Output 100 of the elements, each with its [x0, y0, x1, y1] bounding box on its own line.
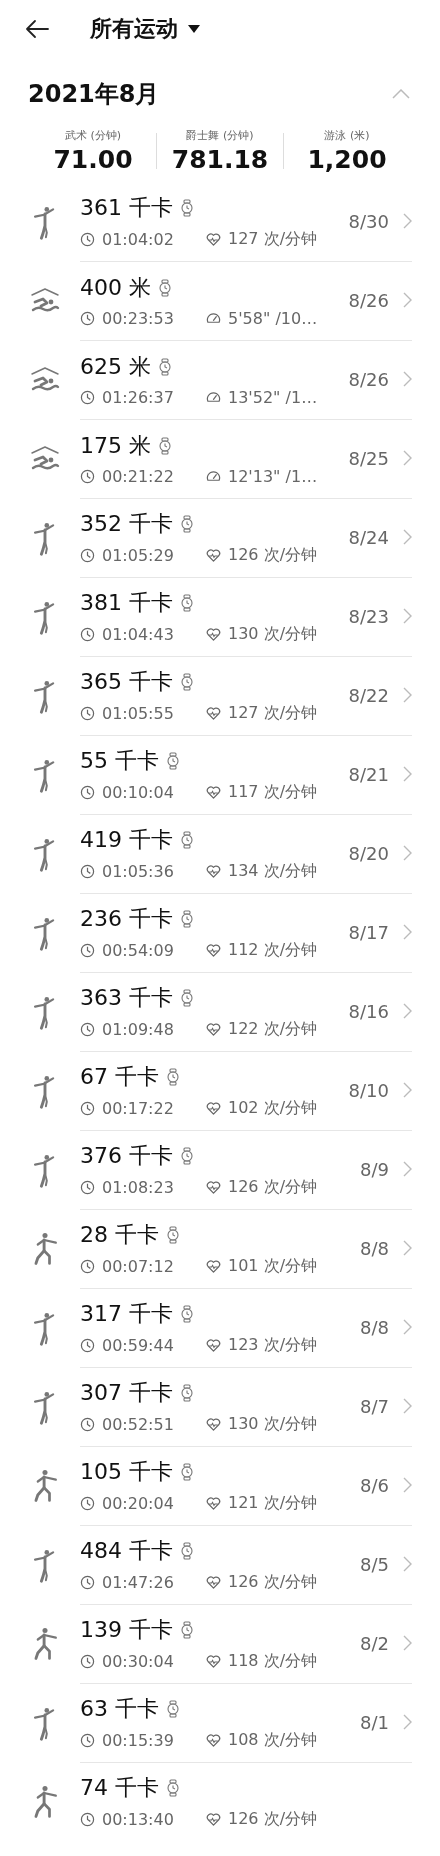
- chevron-right-icon[interactable]: [403, 213, 412, 229]
- chevron-right-icon[interactable]: [403, 1635, 412, 1651]
- workout-date: 8/25: [348, 447, 389, 469]
- clock-icon: [80, 942, 95, 958]
- workout-date: 8/1: [360, 1711, 389, 1733]
- workout-title[interactable]: 175 米: [80, 430, 151, 461]
- duration-text: 00:10:04: [102, 782, 174, 802]
- workout-title[interactable]: 381 千卡: [80, 587, 173, 618]
- workout-date: 8/9: [360, 1158, 389, 1180]
- chevron-right-icon[interactable]: [403, 608, 412, 624]
- duration-text: 00:59:44: [102, 1335, 174, 1355]
- chevron-right-icon[interactable]: [403, 371, 412, 387]
- heart-rate-icon: [206, 1258, 221, 1274]
- heart-rate-text: 130 次/分钟: [228, 1413, 317, 1435]
- heart-rate-icon: [206, 1100, 221, 1116]
- chevron-right-icon[interactable]: [403, 1003, 412, 1019]
- watch-icon: [181, 909, 193, 928]
- clock-icon: [80, 1653, 95, 1669]
- stat-value: 71.00: [53, 145, 133, 174]
- workout-title[interactable]: 63 千卡: [80, 1693, 159, 1724]
- heart-rate-text: 102 次/分钟: [228, 1097, 317, 1119]
- clock-icon: [80, 1100, 95, 1116]
- back-arrow-icon[interactable]: [24, 19, 50, 39]
- chevron-right-icon[interactable]: [403, 1556, 412, 1572]
- clock-icon: [80, 231, 95, 247]
- workout-title[interactable]: 105 千卡: [80, 1456, 173, 1487]
- workout-title[interactable]: 363 千卡: [80, 982, 173, 1013]
- heart-rate-text: 108 次/分钟: [228, 1729, 317, 1751]
- clock-icon: [80, 468, 95, 484]
- chevron-right-icon[interactable]: [403, 1398, 412, 1414]
- workout-date: 8/24: [348, 526, 389, 548]
- workout-title[interactable]: 307 千卡: [80, 1377, 173, 1408]
- chevron-right-icon[interactable]: [403, 1319, 412, 1335]
- heart-rate-text: 127 次/分钟: [228, 702, 317, 724]
- watch-icon: [159, 357, 171, 376]
- clock-icon: [80, 784, 95, 800]
- workout-date: 8/30: [348, 210, 389, 232]
- workout-date: 8/26: [348, 289, 389, 311]
- watch-icon: [167, 751, 179, 770]
- workout-title[interactable]: 67 千卡: [80, 1061, 159, 1092]
- workout-title[interactable]: 484 千卡: [80, 1535, 173, 1566]
- workout-title[interactable]: 361 千卡: [80, 192, 173, 223]
- workout-date: 8/20: [348, 842, 389, 864]
- watch-icon: [181, 830, 193, 849]
- heart-rate-text: 126 次/分钟: [228, 1571, 317, 1593]
- chevron-right-icon[interactable]: [403, 924, 412, 940]
- workout-title[interactable]: 317 千卡: [80, 1298, 173, 1329]
- heart-rate-icon: [206, 1495, 221, 1511]
- workout-title[interactable]: 376 千卡: [80, 1140, 173, 1171]
- clock-icon: [80, 1732, 95, 1748]
- workout-title[interactable]: 28 千卡: [80, 1219, 159, 1250]
- clock-icon: [80, 1416, 95, 1432]
- chevron-right-icon[interactable]: [403, 766, 412, 782]
- heart-rate-text: 130 次/分钟: [228, 623, 317, 645]
- heart-rate-icon: [206, 547, 221, 563]
- page-title[interactable]: 所有运动: [90, 14, 178, 44]
- clock-icon: [80, 1337, 95, 1353]
- workout-title[interactable]: 74 千卡: [80, 1773, 159, 1803]
- workout-title[interactable]: 400 米: [80, 272, 151, 303]
- stat-value: 1,200: [307, 145, 387, 174]
- duration-text: 00:15:39: [102, 1730, 174, 1750]
- workout-title[interactable]: 365 千卡: [80, 666, 173, 697]
- chevron-right-icon[interactable]: [403, 529, 412, 545]
- workout-title[interactable]: 419 千卡: [80, 824, 173, 855]
- gauge-icon: [206, 310, 221, 326]
- heart-rate-text: 121 次/分钟: [228, 1492, 317, 1514]
- workout-title[interactable]: 352 千卡: [80, 508, 173, 539]
- workout-title[interactable]: 55 千卡: [80, 745, 159, 776]
- stat-label: 爵士舞 (分钟): [186, 128, 254, 143]
- workout-date: 8/2: [360, 1632, 389, 1654]
- chevron-right-icon[interactable]: [403, 1082, 412, 1098]
- watch-icon: [181, 198, 193, 217]
- chevron-right-icon[interactable]: [403, 1714, 412, 1730]
- chevron-right-icon[interactable]: [403, 1240, 412, 1256]
- chevron-right-icon[interactable]: [403, 1161, 412, 1177]
- duration-text: 01:26:37: [102, 387, 174, 407]
- workout-title[interactable]: 625 米: [80, 351, 151, 382]
- duration-text: 01:04:02: [102, 229, 174, 249]
- heart-rate-text: 112 次/分钟: [228, 939, 317, 961]
- clock-icon: [80, 705, 95, 721]
- dropdown-caret-icon[interactable]: [188, 25, 200, 33]
- heart-rate-icon: [206, 231, 221, 247]
- stat-label: 游泳 (米): [324, 128, 370, 143]
- heart-rate-text: 126 次/分钟: [228, 1809, 317, 1830]
- workout-title[interactable]: 236 千卡: [80, 903, 173, 934]
- heart-rate-text: 101 次/分钟: [228, 1255, 317, 1277]
- workout-title[interactable]: 139 千卡: [80, 1614, 173, 1645]
- chevron-right-icon[interactable]: [403, 292, 412, 308]
- watch-icon: [181, 1462, 193, 1481]
- clock-icon: [80, 1179, 95, 1195]
- watch-icon: [181, 514, 193, 533]
- clock-icon: [80, 310, 95, 326]
- heart-rate-icon: [206, 705, 221, 721]
- chevron-right-icon[interactable]: [403, 687, 412, 703]
- chevron-right-icon[interactable]: [403, 450, 412, 466]
- chevron-right-icon[interactable]: [403, 845, 412, 861]
- chevron-right-icon[interactable]: [403, 1477, 412, 1493]
- pace-text: 13'52" /1…: [228, 387, 318, 407]
- duration-text: 01:05:36: [102, 861, 174, 881]
- collapse-chevron-icon[interactable]: [392, 89, 410, 99]
